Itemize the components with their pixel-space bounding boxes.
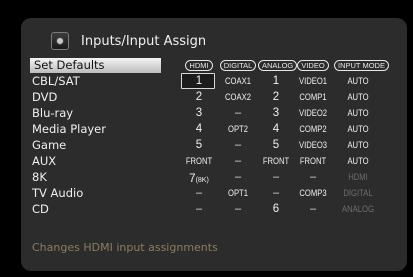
digital-assign[interactable]: – [218,106,258,121]
menu-header: Inputs/Input Assign [51,32,206,50]
digital-column-label: DIGITAL [219,60,257,72]
video-assign[interactable]: – [294,170,332,185]
hdmi-assign[interactable]: 7(8K) [180,170,218,185]
digital-assign[interactable]: – [218,170,258,185]
hdmi-assign[interactable]: 1 [180,74,218,89]
source-name: DVD [32,90,58,104]
video-assign[interactable]: COMP1 [297,90,329,105]
table-row[interactable]: Media Player 4 OPT2 4 COMP2 AUTO [21,122,407,137]
table-row[interactable]: DVD 2 COAX2 2 COMP1 AUTO [21,90,407,105]
input-mode[interactable]: AUTO [338,122,379,137]
input-mode[interactable]: AUTO [338,74,379,89]
source-name: TV Audio [32,186,84,200]
table-row[interactable]: CBL/SAT 1 COAX1 1 VIDEO1 AUTO [21,73,407,89]
hdmi-assign[interactable]: – [180,186,218,201]
page-title: Inputs/Input Assign [81,33,207,49]
table-row[interactable]: Blu-ray 3 – 3 VIDEO2 AUTO [21,106,407,121]
video-assign[interactable]: FRONT [297,154,329,169]
input-mode: DIGITAL [343,188,373,198]
set-defaults-button[interactable]: Set Defaults [30,58,161,73]
analog-assign[interactable]: 5 [258,138,294,153]
input-mode[interactable]: AUTO [338,138,379,153]
digital-assign[interactable]: OPT2 [221,122,255,137]
digital-assign[interactable]: COAX2 [221,90,255,105]
analog-assign[interactable]: 2 [258,90,294,105]
source-name: CD [32,202,49,216]
column-header-video: VIDEO [294,58,332,73]
column-header-hdmi: HDMI [180,58,218,73]
menu-panel: Inputs/Input Assign Set Defaults HDMI DI… [21,18,407,271]
analog-assign[interactable]: – [258,186,294,201]
digital-assign[interactable]: – [218,154,258,169]
hdmi-assign[interactable]: 4 [180,122,218,137]
set-defaults-row[interactable]: Set Defaults HDMI DIGITAL ANALOG VIDEO I… [21,58,407,73]
input-assign-icon [51,32,69,50]
column-header-digital: DIGITAL [218,58,258,73]
digital-assign[interactable]: OPT1 [221,186,255,201]
table-row[interactable]: 8K 7(8K) – – – HDMI [21,170,407,185]
analog-assign[interactable]: FRONT [261,154,292,169]
help-text: Changes HDMI input assignments [32,241,218,254]
input-mode[interactable]: AUTO [338,154,379,169]
input-mode: ANALOG [342,204,374,214]
digital-assign[interactable]: COAX1 [221,74,255,89]
video-assign[interactable]: VIDEO2 [297,106,329,121]
table-row[interactable]: AUX FRONT – FRONT FRONT AUTO [21,154,407,169]
hdmi-assign[interactable]: 2 [180,90,218,105]
hdmi-assign[interactable]: 3 [180,106,218,121]
input-mode-column-label: INPUT MODE [334,60,389,72]
screen: Inputs/Input Assign Set Defaults HDMI DI… [0,0,413,277]
analog-assign[interactable]: 6 [258,202,294,217]
hdmi-assign[interactable]: FRONT [183,154,215,169]
input-mode: HDMI [348,172,368,182]
input-mode[interactable]: AUTO [338,106,379,121]
video-assign[interactable]: VIDEO1 [297,74,329,89]
source-name: AUX [32,154,57,168]
video-assign[interactable]: VIDEO3 [297,138,329,153]
analog-assign[interactable]: – [258,170,294,185]
column-header-input-mode: INPUT MODE [334,58,389,73]
analog-column-label: ANALOG [258,60,298,72]
table-row[interactable]: TV Audio – OPT1 – COMP3 DIGITAL [21,186,407,201]
video-assign[interactable]: COMP3 [297,186,329,201]
source-name: CBL/SAT [32,74,80,88]
column-header-analog: ANALOG [258,58,298,73]
source-name: Game [32,138,67,152]
hdmi-8k-tag: (8K) [195,177,209,184]
input-mode[interactable]: AUTO [338,90,379,105]
hdmi-assign[interactable]: – [180,202,218,217]
digital-assign[interactable]: – [218,202,258,217]
video-assign[interactable]: COMP2 [297,122,329,137]
hdmi-column-label: HDMI [185,60,213,72]
digital-assign[interactable]: – [218,138,258,153]
analog-assign[interactable]: 1 [258,74,294,89]
table-row[interactable]: Game 5 – 5 VIDEO3 AUTO [21,138,407,153]
source-name: Media Player [32,122,106,136]
analog-assign[interactable]: 3 [258,106,294,121]
source-name: Blu-ray [32,106,74,120]
hdmi-assign[interactable]: 5 [180,138,218,153]
video-assign[interactable]: – [294,202,332,217]
video-column-label: VIDEO [297,60,329,72]
table-row[interactable]: CD – – 6 – ANALOG [21,202,407,217]
source-name: 8K [32,170,47,184]
analog-assign[interactable]: 4 [258,122,294,137]
